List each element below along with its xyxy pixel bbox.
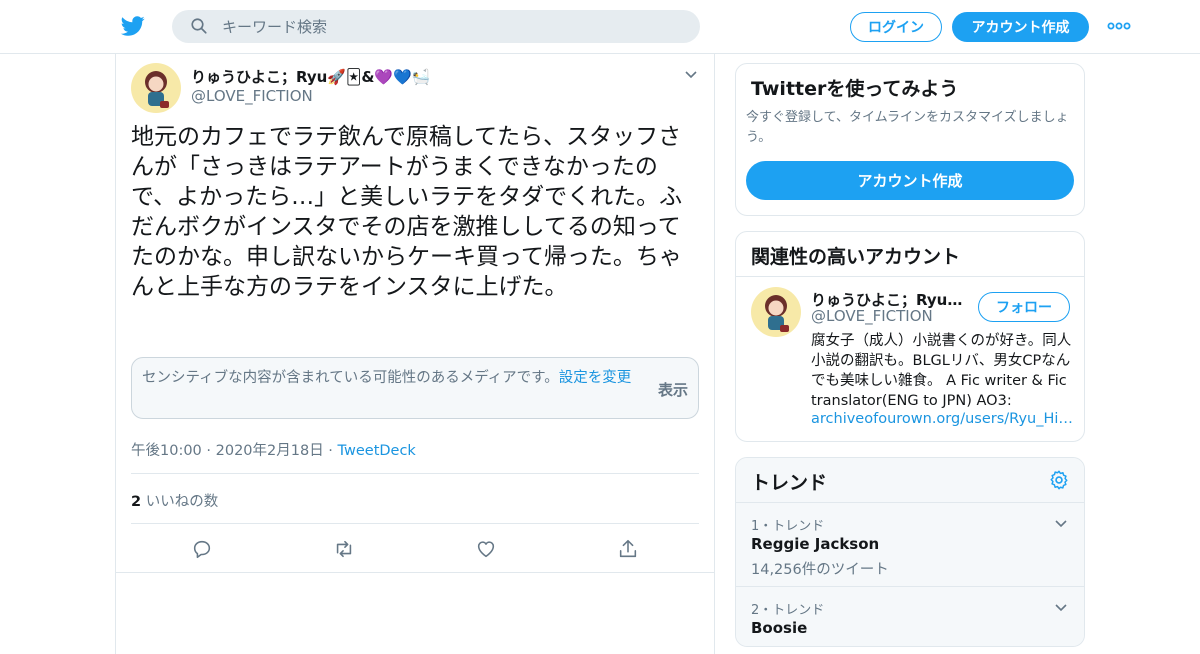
gear-icon[interactable] [1048,469,1070,491]
related-account-bio: 腐女子（成人）小説書くのが好き。同人小説の翻訳も。BLGLリバ、男女CPなんでも… [811,333,1072,409]
show-media-button[interactable]: 表示 [658,379,688,400]
change-settings-link[interactable]: 設定を変更 [559,370,632,386]
signup-card-title: Twitterを使ってみよう [751,78,959,100]
sensitive-media-notice: センシティブな内容が含まれている可能性のあるメディアです。設定を変更 表示 [131,357,699,419]
avatar[interactable] [131,63,181,113]
signup-button[interactable]: アカウント作成 [952,12,1089,42]
likes-count[interactable]: 2 いいねの数 [131,490,218,511]
sensitive-warning-text: センシティブな内容が含まれている可能性のあるメディアです。 [142,370,559,386]
tweet-timestamp: 午後10:00 · 2020年2月18日 · TweetDeck [131,439,416,460]
like-icon[interactable] [475,538,497,560]
trend-item[interactable]: 1・トレンド Reggie Jackson 14,256件のツイート [736,503,1084,587]
signup-card-description: 今すぐ登録して、タイムラインをカスタマイズしましょう。 [746,110,1069,145]
tweet-author-handle[interactable]: @LOVE_FICTION [191,87,313,105]
tweet-author-name[interactable]: りゅうひよこ；Ryu🚀🃏&💜💙🛀 [191,66,430,87]
trend-meta: 2・トレンド [751,603,825,618]
trends-title: トレンド [751,472,828,494]
related-account-handle[interactable]: @LOVE_FICTION [811,307,933,325]
chevron-down-icon[interactable] [1054,601,1068,615]
follow-button[interactable]: フォロー [978,292,1070,322]
divider [131,473,699,474]
related-accounts-card: 関連性の高いアカウント りゅうひよこ；Ryu🚀🃏&💜💙🛀 @LOVE_FICTI… [735,231,1085,442]
divider [116,572,714,573]
trend-name: Boosie [751,619,808,637]
twitter-bird-icon[interactable] [120,14,146,38]
tweet-text: 地元のカフェでラテ飲んで原稿してたら、スタッフさんが「さっきはラテアートがうまく… [131,124,683,300]
likes-number: 2 [131,494,142,510]
search-icon [191,18,207,34]
signup-card-button[interactable]: アカウント作成 [746,161,1074,200]
chevron-down-icon[interactable] [684,68,698,82]
avatar[interactable] [751,287,801,337]
related-accounts-title: 関連性の高いアカウント [751,246,961,268]
more-dots-icon[interactable] [1106,18,1132,34]
retweet-icon[interactable] [333,538,355,560]
trend-tweet-count: 14,256件のツイート [751,562,889,578]
related-account-link[interactable]: archiveofourown.org/users/Ryu_Hiyoko [811,411,1073,427]
trend-item[interactable]: 2・トレンド Boosie [736,587,1084,646]
login-button[interactable]: ログイン [850,12,942,42]
tweet-detail: りゅうひよこ；Ryu🚀🃏&💜💙🛀 @LOVE_FICTION 地元のカフェでラテ… [115,54,715,654]
trends-card: トレンド 1・トレンド Reggie Jackson 14,256件のツイート … [735,457,1085,647]
timestamp-text[interactable]: 午後10:00 · 2020年2月18日 · [131,443,338,459]
signup-card: Twitterを使ってみよう 今すぐ登録して、タイムラインをカスタマイズしましょ… [735,63,1085,216]
top-navigation-bar: ログイン アカウント作成 [0,0,1200,54]
share-icon[interactable] [617,538,639,560]
tweet-source-link[interactable]: TweetDeck [338,443,416,459]
trends-header: トレンド [736,458,1084,503]
divider [131,523,699,524]
reply-icon[interactable] [191,538,213,560]
likes-label: いいねの数 [141,494,219,510]
chevron-down-icon[interactable] [1054,517,1068,531]
divider [736,276,1084,277]
trend-meta: 1・トレンド [751,519,825,534]
trend-name: Reggie Jackson [751,535,880,553]
search-input[interactable] [172,10,700,43]
